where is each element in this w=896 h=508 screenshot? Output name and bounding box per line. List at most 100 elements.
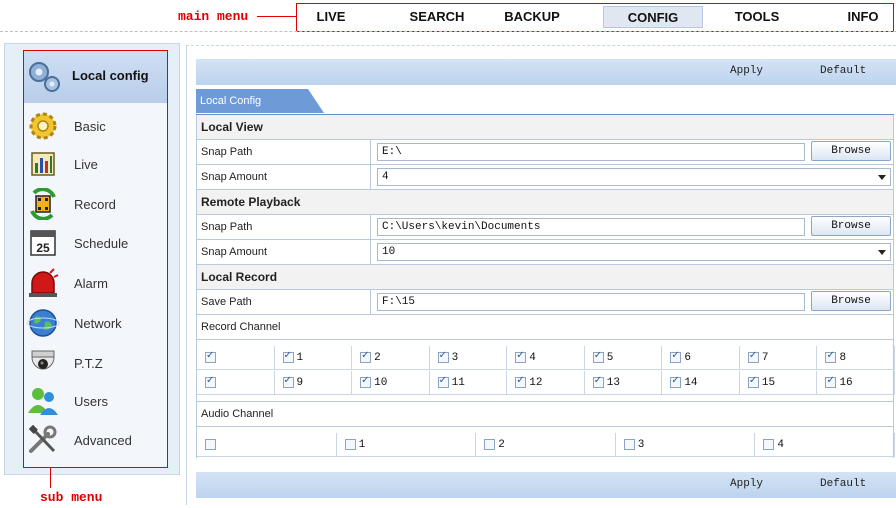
tab-info[interactable]: INFO [841,6,885,28]
record-channel-row: Record Channel [196,315,894,340]
section-title: Local Record [201,270,278,284]
channel-cell: 3 [615,433,756,457]
sidebar-item-users[interactable]: Users [24,383,167,421]
record-channel-checkbox[interactable] [592,350,604,363]
local-record-browse-button[interactable]: Browse [811,291,891,311]
audio-channel-checkbox[interactable] [205,439,216,450]
record-channel-label: 1 [296,352,304,364]
record-channel-checkbox[interactable] [205,350,216,363]
default-button[interactable]: Default [820,65,866,77]
channel-cell: 4 [507,346,585,370]
record-channel-checkbox[interactable] [282,350,294,363]
record-channel-checkbox[interactable] [515,375,527,388]
local-view-snap-path-input[interactable]: E:\ [377,143,805,161]
record-channel-checkbox[interactable] [592,375,604,388]
section-title: Local View [201,120,263,134]
record-channel-label: 4 [529,352,536,364]
local-view-snap-amount-row: Snap Amount 4 [196,165,894,190]
channel-cell: 11 [429,371,508,395]
sidebar-header-local-config[interactable]: Local config [24,51,167,103]
chart-icon [31,152,55,176]
audio-channel-checkbox[interactable] [763,439,775,450]
sidebar-item-live[interactable]: Live [24,146,167,184]
record-channel-label: 10 [374,377,388,389]
record-channel-label: 6 [684,352,691,364]
channel-cell: 16 [817,371,895,395]
record-channel-label: 15 [761,377,776,389]
record-channel-checkbox[interactable] [437,350,449,363]
record-channel-checkbox[interactable] [360,375,372,388]
main-menu: LIVE SEARCH BACKUP CONFIG TOOLS INFO [296,3,894,32]
tab-tools[interactable]: TOOLS [729,6,785,28]
channel-cell: 13 [584,371,663,395]
local-view-browse-button[interactable]: Browse [811,141,891,161]
record-channel-label: 16 [839,377,853,389]
channel-cell: 5 [584,346,663,370]
record-channel-label: 8 [839,352,847,364]
record-channel-checkbox[interactable] [825,375,837,388]
local-view-snap-amount-select[interactable]: 4 [377,168,891,186]
users-icon [28,388,58,415]
channel-cell: 10 [352,371,430,395]
sidebar-item-record[interactable]: Record [24,186,167,224]
sub-menu-annotation-line [50,468,51,488]
record-channel-checkbox[interactable] [205,375,216,388]
record-channel-checkbox[interactable] [282,375,294,388]
channel-cell: 15 [739,371,818,395]
record-channel-checkbox[interactable] [670,350,682,363]
sidebar-item-advanced[interactable]: Advanced [24,422,167,460]
channel-cell: 1 [336,433,477,457]
channel-cell: 2 [352,346,430,370]
record-channel-checkbox[interactable] [825,350,837,363]
tab-backup[interactable]: BACKUP [501,6,563,28]
tab-local-config[interactable]: Local Config [196,89,324,113]
sidebar-item-label: Alarm [74,276,108,291]
snap-path-label: Snap Path [201,221,253,233]
sidebar-item-schedule[interactable]: 25 Schedule [24,225,167,263]
globe-icon [26,309,60,337]
record-channel-checkbox[interactable] [670,375,682,388]
tab-search[interactable]: SEARCH [407,6,467,28]
sidebar-item-label: Advanced [74,433,132,448]
field-label-cell: Save Path [197,290,371,314]
record-channel-checkbox[interactable] [360,350,372,363]
remote-playback-snap-path-input[interactable]: C:\Users\kevin\Documents [377,218,805,236]
record-channel-checkbox[interactable] [515,350,527,363]
channel-cell [197,371,275,395]
channel-cell: 1 [274,346,353,370]
tab-live[interactable]: LIVE [311,6,351,28]
audio-channel-checkbox[interactable] [484,439,496,450]
audio-channel-grid-row: 1 2 3 4 [196,433,895,458]
channel-cell: 9 [274,371,353,395]
apply-button[interactable]: Apply [730,65,763,77]
film-icon [30,188,56,220]
remote-playback-snap-amount-select[interactable]: 10 [377,243,891,261]
channel-cell: 8 [817,346,895,370]
record-channel-checkbox[interactable] [747,375,759,388]
local-record-save-path-input[interactable]: F:\15 [377,293,805,311]
sidebar-item-label: Schedule [74,236,129,251]
tab-config[interactable]: CONFIG [603,6,703,28]
record-channel-grid-row-1: 1 2 3 4 5 6 7 8 [196,346,895,371]
apply-button[interactable]: Apply [730,478,763,490]
sidebar-item-ptz[interactable]: P.T.Z [24,345,167,383]
sidebar-item-label: Live [74,157,98,172]
settings-panel: Local View Snap Path E:\ Browse Snap Amo… [196,114,895,458]
sidebar-item-basic[interactable]: Basic [24,108,167,146]
record-channel-label: 5 [606,352,614,364]
audio-channel-label: 4 [777,439,784,451]
sidebar-item-alarm[interactable]: Alarm [24,265,167,303]
audio-channel-checkbox[interactable] [344,439,356,450]
channel-cell [197,346,275,370]
default-button[interactable]: Default [820,478,866,490]
sidebar-item-network[interactable]: Network [24,305,167,343]
record-channel-checkbox[interactable] [747,350,759,363]
record-channel-checkbox[interactable] [437,375,449,388]
audio-channel-label: 2 [498,439,505,451]
snap-path-label: Snap Path [201,146,253,158]
audio-channel-checkbox[interactable] [623,439,635,450]
remote-playback-browse-button[interactable]: Browse [811,216,891,236]
dome-camera-icon [31,350,55,370]
save-path-label: Save Path [201,296,252,308]
calendar-day: 25 [36,241,50,255]
